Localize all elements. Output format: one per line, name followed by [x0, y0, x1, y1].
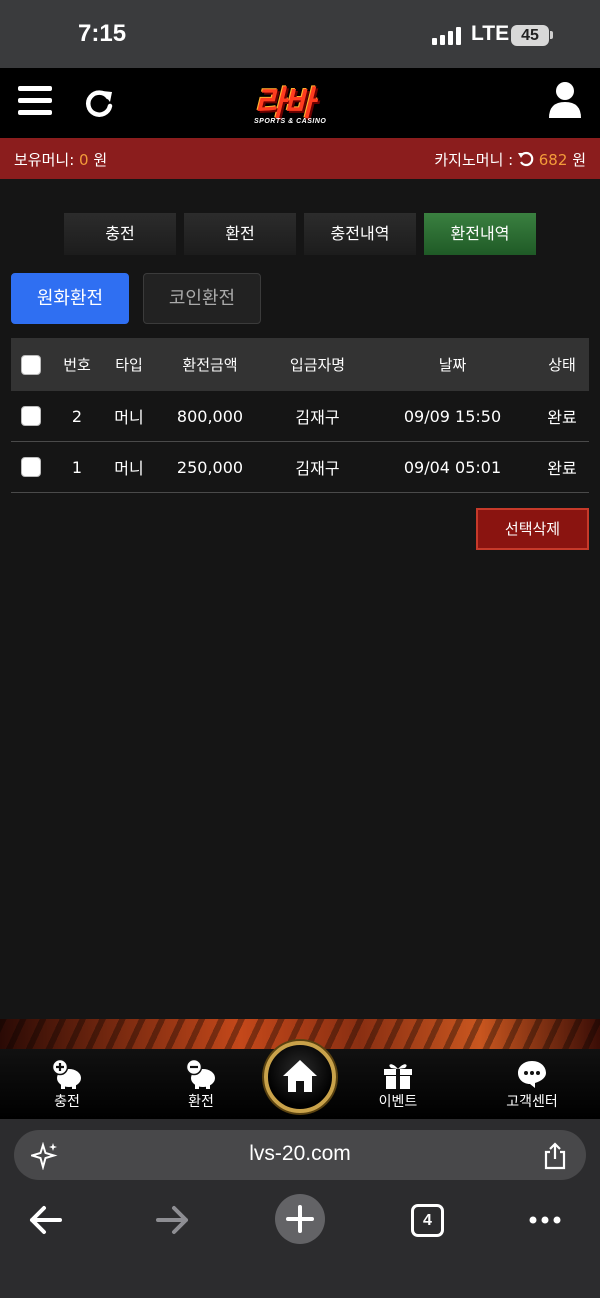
- tab-charge-history[interactable]: 충전내역: [304, 213, 416, 255]
- select-all-cell: [11, 338, 51, 391]
- home-button[interactable]: [264, 1041, 336, 1113]
- signal-icon: [432, 27, 464, 45]
- nav-exchange-label: 환전: [188, 1094, 214, 1110]
- row-type: 머니: [114, 408, 144, 427]
- table-row: 1 머니 250,000 김재구 09/04 05:01 완료: [11, 442, 589, 493]
- row-checkbox[interactable]: [21, 406, 41, 426]
- row-depositor: 김재구: [295, 459, 340, 478]
- tabs-count-button[interactable]: 4: [411, 1204, 444, 1237]
- header-status: 상태: [548, 356, 576, 374]
- address-bar[interactable]: lvs-20.com: [14, 1130, 586, 1180]
- url-text: lvs-20.com: [249, 1142, 351, 1165]
- casino-money-label: 카지노머니 :: [434, 151, 514, 169]
- back-arrow-icon[interactable]: [22, 1197, 68, 1243]
- row-depositor: 김재구: [295, 408, 340, 427]
- coin-exchange-button[interactable]: 코인환전: [143, 273, 261, 324]
- hamburger-menu-icon[interactable]: [18, 86, 52, 116]
- row-status: 완료: [547, 459, 577, 478]
- home-icon: [283, 1060, 317, 1092]
- transaction-tabs: 충전 환전 충전내역 환전내역: [64, 213, 536, 255]
- new-tab-button[interactable]: [275, 1194, 325, 1244]
- row-type: 머니: [114, 459, 144, 478]
- row-no: 2: [71, 406, 83, 426]
- select-all-checkbox[interactable]: [21, 354, 41, 375]
- holding-money-value: 0: [79, 151, 89, 169]
- nav-charge[interactable]: 충전: [17, 1059, 117, 1111]
- user-icon[interactable]: [547, 81, 583, 119]
- status-time: 7:15: [78, 20, 127, 47]
- row-no: 1: [71, 457, 83, 477]
- header-no: 번호: [63, 356, 91, 374]
- row-select-cell: [11, 442, 51, 492]
- nav-exchange[interactable]: 환전: [151, 1059, 251, 1111]
- gift-icon: [384, 1064, 412, 1089]
- row-amount: 250,000: [176, 457, 244, 477]
- status-bar: 7:15 LTE 45: [0, 0, 600, 68]
- row-date: 09/09 15:50: [403, 406, 502, 426]
- nav-event[interactable]: 이벤트: [348, 1059, 448, 1111]
- refresh-icon[interactable]: [83, 87, 115, 119]
- row-status: 완료: [547, 408, 577, 427]
- casino-money: 카지노머니 : 682 원: [434, 149, 586, 170]
- battery-tip: [550, 31, 553, 39]
- row-date: 09/04 05:01: [403, 457, 502, 477]
- more-icon[interactable]: [522, 1197, 568, 1243]
- table-header: 번호 타입 환전금액 입금자명 날짜 상태: [11, 338, 589, 391]
- piggy-bank-plus-icon: [51, 1059, 81, 1089]
- nav-support[interactable]: 고객센터: [482, 1059, 582, 1111]
- exchange-history-table: 번호 타입 환전금액 입금자명 날짜 상태 2 머니 800,000 김재구 0…: [11, 338, 589, 493]
- header-depositor: 입금자명: [289, 356, 346, 374]
- money-bar: 보유머니: 0 원 카지노머니 : 682 원: [0, 138, 600, 179]
- tab-exchange-history[interactable]: 환전내역: [424, 213, 536, 255]
- table-row: 2 머니 800,000 김재구 09/09 15:50 완료: [11, 391, 589, 442]
- plus-icon: [286, 1205, 314, 1233]
- holding-money-label: 보유머니:: [14, 151, 75, 169]
- casino-money-value: 682: [538, 151, 568, 169]
- tab-exchange[interactable]: 환전: [184, 213, 296, 255]
- row-select-cell: [11, 391, 51, 441]
- holding-money: 보유머니: 0 원: [14, 149, 107, 170]
- row-amount: 800,000: [176, 406, 244, 426]
- header-type: 타입: [115, 356, 143, 374]
- nav-charge-label: 충전: [54, 1094, 80, 1110]
- site-logo[interactable]: 라바 SPORTS & CASINO: [250, 76, 354, 132]
- header-date: 날짜: [438, 356, 467, 374]
- chat-support-icon: [518, 1061, 546, 1088]
- nav-support-label: 고객센터: [506, 1094, 558, 1110]
- site-header: 라바 SPORTS & CASINO: [0, 68, 600, 138]
- logo-subtitle: SPORTS & CASINO: [254, 118, 327, 125]
- casino-refresh-icon[interactable]: [517, 151, 534, 167]
- delete-selected-button[interactable]: 선택삭제: [476, 508, 589, 550]
- nav-event-label: 이벤트: [378, 1094, 418, 1110]
- won-exchange-button[interactable]: 원화환전: [11, 273, 129, 324]
- forward-arrow-icon[interactable]: [150, 1197, 196, 1243]
- casino-money-unit: 원: [572, 151, 586, 169]
- row-checkbox[interactable]: [21, 457, 41, 477]
- browser-toolbar: lvs-20.com 4: [0, 1119, 600, 1298]
- piggy-bank-minus-icon: [185, 1059, 215, 1089]
- share-icon[interactable]: [542, 1142, 568, 1170]
- tab-charge[interactable]: 충전: [64, 213, 176, 255]
- holding-money-unit: 원: [93, 151, 108, 169]
- header-amount: 환전금액: [182, 356, 238, 374]
- network-label: LTE: [471, 22, 510, 45]
- battery-icon: 45: [511, 25, 549, 46]
